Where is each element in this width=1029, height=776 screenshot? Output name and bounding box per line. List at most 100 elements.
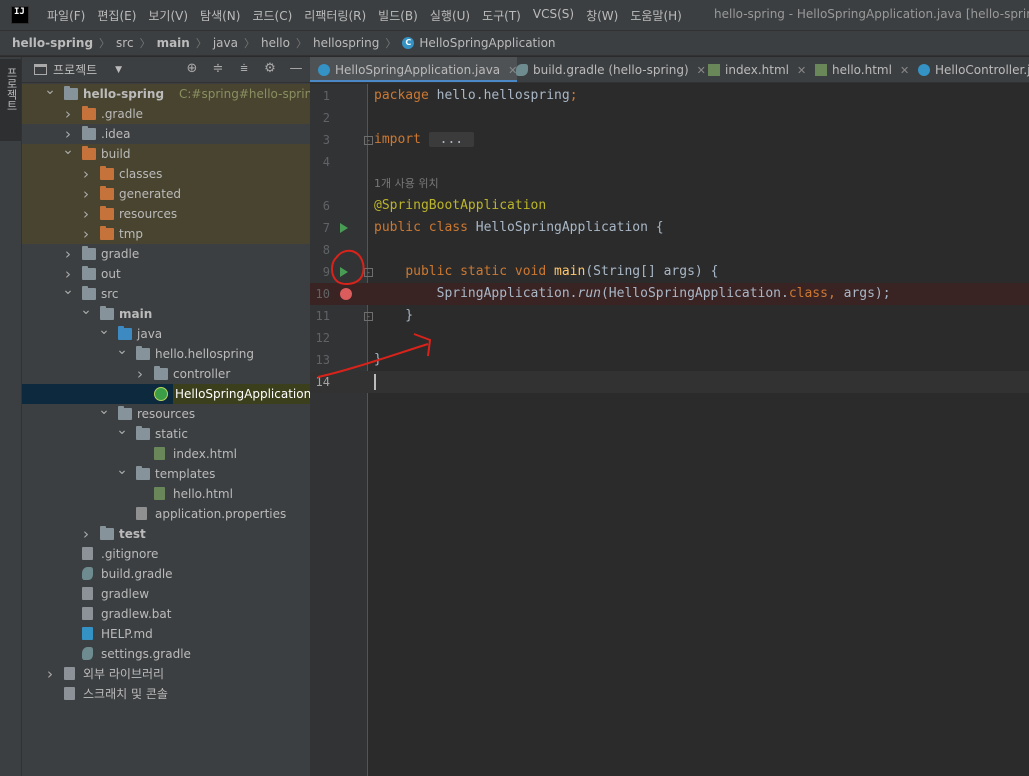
- tree-row[interactable]: ⌄ java: [22, 322, 310, 344]
- tree-row[interactable]: › classes: [22, 164, 310, 184]
- menu-item[interactable]: 파일(F): [41, 7, 91, 24]
- chevron-down-icon[interactable]: ▼: [115, 65, 122, 75]
- expand-all-icon[interactable]: ≑: [210, 61, 226, 77]
- editor-tab[interactable]: HelloController.ja: [910, 57, 1029, 82]
- line-number[interactable]: 2: [310, 107, 330, 129]
- breadcrumb-item-main[interactable]: main: [157, 36, 190, 50]
- tree-row[interactable]: › controller: [22, 364, 310, 384]
- tree-row[interactable]: › tmp: [22, 224, 310, 244]
- tree-row[interactable]: › gradle: [22, 244, 310, 264]
- tree-row[interactable]: .gitignore: [22, 544, 310, 564]
- run-gutter-icon[interactable]: [340, 267, 348, 277]
- code-line[interactable]: 12: [310, 327, 1029, 349]
- chevron-right-icon[interactable]: ›: [134, 364, 146, 384]
- tree-row[interactable]: HELP.md: [22, 624, 310, 644]
- fold-icon[interactable]: -: [364, 136, 373, 145]
- chevron-down-icon[interactable]: ⌄: [80, 300, 92, 320]
- tree-row[interactable]: HelloSpringApplication: [22, 384, 310, 404]
- editor-tab[interactable]: index.html ✕: [700, 57, 806, 82]
- code-line[interactable]: 2: [310, 107, 1029, 129]
- breadcrumb-item-class[interactable]: HelloSpringApplication: [419, 36, 555, 50]
- gear-icon[interactable]: ⚙: [262, 61, 278, 77]
- tree-row[interactable]: ⌄ static: [22, 422, 310, 444]
- code-line[interactable]: 3 - import ...: [310, 129, 1029, 151]
- tree-row[interactable]: build.gradle: [22, 564, 310, 584]
- chevron-down-icon[interactable]: ⌄: [62, 140, 74, 160]
- line-number[interactable]: 14: [310, 371, 330, 393]
- breadcrumb-item-src[interactable]: src: [116, 36, 134, 50]
- tree-row[interactable]: ⌄ src: [22, 282, 310, 304]
- chevron-right-icon[interactable]: ›: [62, 104, 74, 124]
- menu-item[interactable]: 실행(U): [424, 7, 476, 24]
- breadcrumb-item-hellospring[interactable]: hellospring: [313, 36, 379, 50]
- menu-item[interactable]: 보기(V): [142, 7, 194, 24]
- usage-hint-text[interactable]: 1개 사용 위치: [374, 177, 439, 190]
- collapse-all-icon[interactable]: ⩧: [236, 61, 252, 77]
- project-tool-window-tab[interactable]: 프로젝트: [0, 59, 21, 141]
- line-number[interactable]: 12: [310, 327, 330, 349]
- menu-item[interactable]: 도구(T): [476, 7, 527, 24]
- chevron-down-icon[interactable]: ⌄: [116, 340, 128, 360]
- line-number[interactable]: 9: [310, 261, 330, 283]
- line-number[interactable]: 13: [310, 349, 330, 371]
- line-number[interactable]: 10: [310, 283, 330, 305]
- code-line[interactable]: 7 public class HelloSpringApplication {: [310, 217, 1029, 239]
- chevron-down-icon[interactable]: ⌄: [98, 400, 110, 420]
- chevron-right-icon[interactable]: ›: [44, 664, 56, 684]
- tree-row[interactable]: settings.gradle: [22, 644, 310, 664]
- chevron-right-icon[interactable]: ›: [62, 244, 74, 264]
- intellij-logo-icon[interactable]: IJ: [11, 6, 29, 24]
- code-line[interactable]: 10 SpringApplication.run(HelloSpringAppl…: [310, 283, 1029, 305]
- tree-row[interactable]: ⌄ hello.hellospring: [22, 342, 310, 364]
- chevron-right-icon[interactable]: ›: [80, 524, 92, 544]
- breadcrumb-item-java[interactable]: java: [213, 36, 238, 50]
- fold-icon[interactable]: -: [364, 312, 373, 321]
- tree-row[interactable]: ⌄ templates: [22, 462, 310, 484]
- editor-tab[interactable]: build.gradle (hello-spring) ✕: [508, 57, 706, 82]
- hide-icon[interactable]: —: [288, 61, 304, 77]
- code-line[interactable]: 4: [310, 151, 1029, 173]
- tree-row[interactable]: › test: [22, 524, 310, 544]
- code-line[interactable]: 9 - public static void main(String[] args…: [310, 261, 1029, 283]
- tree-row[interactable]: › resources: [22, 204, 310, 224]
- chevron-right-icon[interactable]: ›: [80, 204, 92, 224]
- menu-item[interactable]: 창(W): [580, 7, 624, 24]
- chevron-down-icon[interactable]: ⌄: [62, 280, 74, 300]
- locate-icon[interactable]: ⊕: [184, 61, 200, 77]
- menu-item[interactable]: VCS(S): [527, 7, 580, 24]
- line-number[interactable]: 8: [310, 239, 330, 261]
- menu-item[interactable]: 코드(C): [246, 7, 298, 24]
- tree-row[interactable]: › generated: [22, 184, 310, 204]
- chevron-down-icon[interactable]: ⌄: [98, 320, 110, 340]
- tree-row[interactable]: ⌄ build: [22, 142, 310, 164]
- chevron-right-icon[interactable]: ›: [80, 164, 92, 184]
- line-number[interactable]: 7: [310, 217, 330, 239]
- code-line[interactable]: 6 @SpringBootApplication: [310, 195, 1029, 217]
- run-gutter-icon[interactable]: [340, 223, 348, 233]
- breadcrumb-item-project[interactable]: hello-spring: [12, 36, 93, 50]
- editor-tab[interactable]: HelloSpringApplication.java ✕: [310, 57, 518, 82]
- chevron-down-icon[interactable]: ⌄: [116, 460, 128, 480]
- tree-row[interactable]: ⌄ hello-spring C:#spring#hello-spring: [22, 82, 310, 104]
- menu-item[interactable]: 탐색(N): [194, 7, 246, 24]
- tree-row[interactable]: ⌄ main: [22, 302, 310, 324]
- tree-row[interactable]: gradlew: [22, 584, 310, 604]
- line-number[interactable]: 4: [310, 151, 330, 173]
- folded-imports[interactable]: ...: [428, 132, 474, 147]
- code-line[interactable]: 13}: [310, 349, 1029, 371]
- menu-item[interactable]: 도움말(H): [624, 7, 688, 24]
- tree-row[interactable]: 스크래치 및 콘솔: [22, 684, 310, 704]
- editor-tab[interactable]: hello.html ✕: [807, 57, 909, 82]
- line-number[interactable]: 3: [310, 129, 330, 151]
- line-number[interactable]: 6: [310, 195, 330, 217]
- menu-item[interactable]: 리팩터링(R): [298, 7, 372, 24]
- chevron-right-icon[interactable]: ›: [80, 224, 92, 244]
- tree-row[interactable]: gradlew.bat: [22, 604, 310, 624]
- menu-item[interactable]: 빌드(B): [372, 7, 424, 24]
- chevron-down-icon[interactable]: ⌄: [44, 80, 56, 100]
- tree-row[interactable]: › 외부 라이브러리: [22, 664, 310, 684]
- code-line[interactable]: 14: [310, 371, 1029, 393]
- chevron-down-icon[interactable]: ⌄: [116, 420, 128, 440]
- code-editor[interactable]: 1 package hello.hellospring; 2 3- import ...…: [310, 84, 1029, 776]
- tree-row[interactable]: hello.html: [22, 484, 310, 504]
